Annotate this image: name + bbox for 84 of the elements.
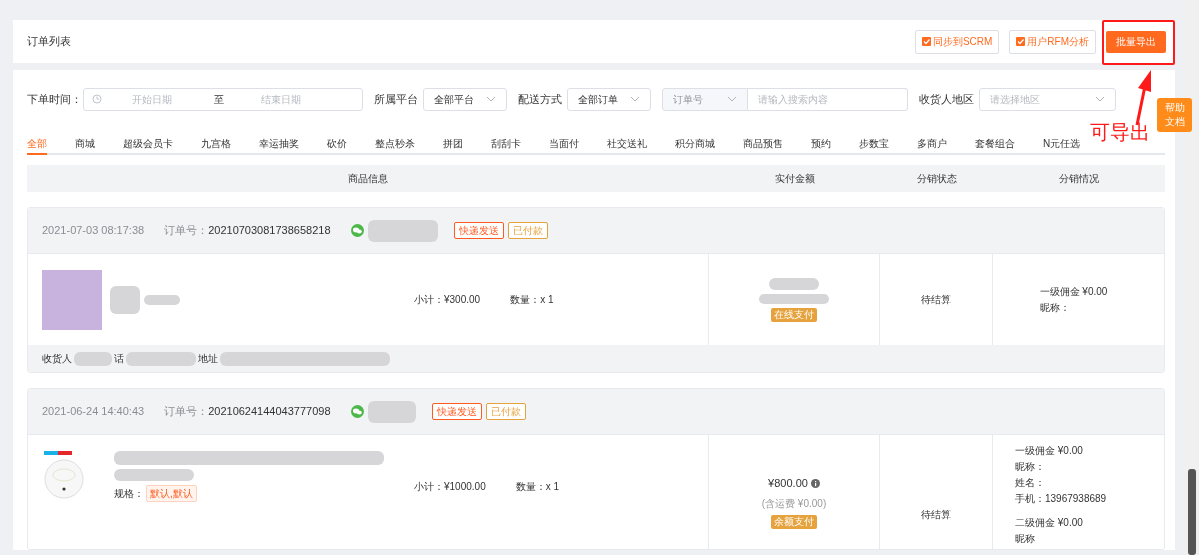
filter-label: 配送方式 <box>518 91 562 107</box>
distribution-info: 一级佣金 ¥0.00 <box>1039 284 1108 299</box>
tab[interactable]: 九宫格 <box>201 133 231 155</box>
order-time: 2021-06-24 14:40:43 <box>42 404 145 420</box>
subtotal: 小计：¥1000.00 <box>414 480 486 494</box>
chevron-down-icon <box>727 96 737 102</box>
status-tag: 已付款 <box>485 403 526 420</box>
subtotal: 小计：¥300.00 <box>414 293 481 307</box>
status-tag: 快递发送 <box>453 222 504 239</box>
order-number: 订单号：20210624144043777098 <box>164 404 331 420</box>
chevron-down-icon <box>486 96 496 102</box>
blurred-block <box>759 293 829 304</box>
tab[interactable]: 超级会员卡 <box>123 133 173 155</box>
payment-badge: 余额支付 <box>771 514 817 529</box>
distribution-info: 二级佣金 ¥0.00 <box>1015 516 1083 530</box>
checkbox-icon <box>921 37 931 46</box>
distribution-info: 姓名： <box>1015 476 1045 490</box>
distribution-info: 昵称： <box>1015 460 1045 474</box>
recipient-label: 收货人 <box>42 352 72 366</box>
page-title: 订单列表 <box>27 34 71 50</box>
tab[interactable]: 预约 <box>811 133 831 155</box>
tab[interactable]: 社交送礼 <box>607 133 647 155</box>
tab[interactable]: 当面付 <box>549 133 579 155</box>
status-tag: 快递发送 <box>431 403 482 420</box>
platform-select[interactable]: 全部平台 <box>423 87 507 111</box>
column-header: 分销状态 <box>916 173 957 184</box>
shipping-note: (含运费 ¥0.00) <box>761 496 827 511</box>
date-range-field[interactable]: 开始日期 至 结束日期 <box>83 87 363 111</box>
column-header: 商品信息 <box>348 173 388 184</box>
distribution-info: 昵称 <box>1015 532 1035 546</box>
chat-icon <box>350 405 364 418</box>
column-header: 实付金额 <box>774 173 815 184</box>
tab[interactable]: 套餐组合 <box>975 133 1015 155</box>
paid-amount: ¥800.00 <box>768 476 808 492</box>
filter-label: 下单时间： <box>27 91 82 107</box>
checkbox-icon <box>1016 37 1026 46</box>
annotation-text: 可导出 <box>1090 120 1150 145</box>
tab[interactable]: 砍价 <box>327 133 347 155</box>
status-tag: 已付款 <box>507 222 548 239</box>
column-header: 分销情况 <box>1059 173 1099 184</box>
payment-badge: 在线支付 <box>771 307 817 322</box>
tab[interactable]: 步数宝 <box>859 133 889 155</box>
tab[interactable]: 商品预售 <box>743 133 783 155</box>
order-number: 订单号：20210703081738658218 <box>164 223 331 239</box>
quantity: 数量：x 1 <box>515 480 560 494</box>
filter-label: 收货人地区 <box>919 91 974 107</box>
distribution-status: 待结算 <box>921 293 951 307</box>
chat-icon <box>350 224 364 237</box>
recipient-label: 话 <box>114 352 124 366</box>
recipient-label: 地址 <box>198 352 218 366</box>
tab[interactable]: 刮刮卡 <box>491 133 521 155</box>
range-separator: 至 <box>213 92 225 107</box>
blurred-block <box>144 294 180 305</box>
date-placeholder: 开始日期 <box>131 92 173 107</box>
blurred-block <box>367 219 438 242</box>
order-time: 2021-07-03 08:17:38 <box>42 223 145 239</box>
tab[interactable]: 积分商城 <box>675 133 715 155</box>
blurred-block <box>367 400 416 423</box>
tab[interactable]: 多商户 <box>917 133 947 155</box>
date-placeholder: 结束日期 <box>260 92 302 107</box>
distribution-status: 待结算 <box>921 507 951 522</box>
spec-label: 规格： <box>114 487 144 501</box>
tab[interactable]: 商城 <box>75 133 95 155</box>
delivery-select[interactable]: 全部订单 <box>567 87 651 111</box>
search-field[interactable]: 请输入搜索内容 <box>748 87 908 111</box>
clock-icon <box>92 94 102 104</box>
info-icon <box>810 479 820 488</box>
tab[interactable]: 拼团 <box>443 133 463 155</box>
filter-label: 所属平台 <box>374 91 418 107</box>
tab[interactable]: N元任选 <box>1043 133 1081 155</box>
quantity: 数量：x 1 <box>510 293 554 307</box>
chevron-down-icon <box>1095 96 1105 102</box>
chevron-down-icon <box>630 96 640 102</box>
blurred-block <box>126 351 196 366</box>
blurred-block <box>769 277 819 290</box>
product-photo <box>42 269 102 330</box>
blurred-block <box>74 351 112 366</box>
distribution-info: 手机：13967938689 <box>1015 492 1107 506</box>
distribution-info: 昵称： <box>1039 300 1070 315</box>
blurred-block <box>110 285 140 314</box>
tab[interactable]: 幸运抽奖 <box>259 133 299 155</box>
distribution-info: 一级佣金 ¥0.00 <box>1015 444 1083 458</box>
tab[interactable]: 整点秒杀 <box>375 133 415 155</box>
spec-tag: 默认,默认 <box>146 485 197 502</box>
